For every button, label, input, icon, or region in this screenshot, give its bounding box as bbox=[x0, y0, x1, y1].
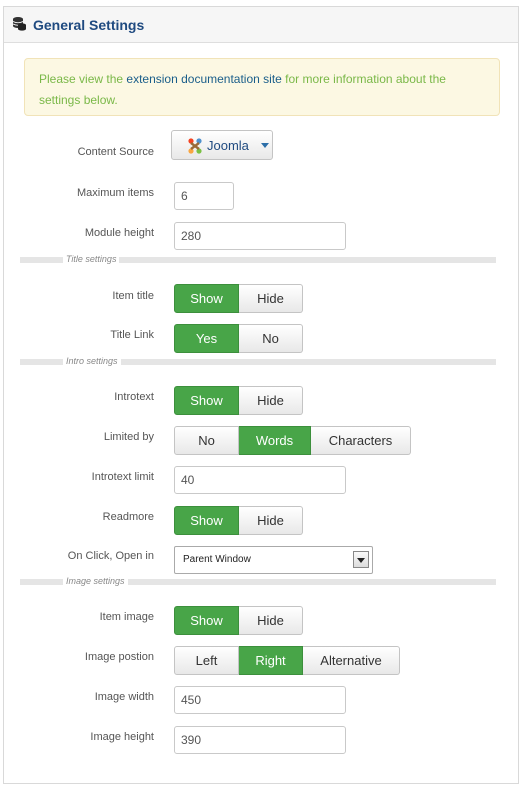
joomla-icon bbox=[188, 138, 202, 154]
chevron-down-icon bbox=[261, 143, 269, 148]
content-source-label: Content Source bbox=[77, 146, 154, 158]
limited-by-no-button[interactable]: No bbox=[174, 426, 239, 455]
introtext-limit-label: Introtext limit bbox=[91, 471, 154, 483]
readmore-show-button[interactable]: Show bbox=[174, 506, 239, 535]
maximum-items-label: Maximum items bbox=[76, 187, 154, 199]
module-height-input[interactable]: 280 bbox=[174, 222, 346, 250]
title-link-yes-button[interactable]: Yes bbox=[174, 324, 239, 353]
limited-by-words-button[interactable]: Words bbox=[239, 426, 311, 455]
content-source-value: Joomla bbox=[207, 138, 249, 153]
info-alert: Please view the extension documentation … bbox=[24, 58, 500, 116]
readmore-label: Readmore bbox=[102, 511, 154, 523]
image-position-alternative-button[interactable]: Alternative bbox=[303, 646, 400, 675]
image-width-input[interactable]: 450 bbox=[174, 686, 346, 714]
introtext-label: Introtext bbox=[114, 391, 154, 403]
image-width-label: Image width bbox=[94, 691, 154, 703]
item-image-toggle: Show Hide bbox=[174, 606, 303, 635]
item-image-show-button[interactable]: Show bbox=[174, 606, 239, 635]
content-source-dropdown[interactable]: Joomla bbox=[171, 130, 273, 160]
panel-title: General Settings bbox=[33, 17, 145, 33]
image-position-label: Image postion bbox=[84, 651, 154, 663]
image-position-right-button[interactable]: Right bbox=[239, 646, 303, 675]
introtext-show-button[interactable]: Show bbox=[174, 386, 239, 415]
image-position-left-button[interactable]: Left bbox=[174, 646, 239, 675]
item-title-toggle: Show Hide bbox=[174, 284, 303, 313]
title-settings-heading: Title settings bbox=[63, 252, 120, 266]
title-settings-divider: Title settings bbox=[20, 252, 496, 266]
info-prefix: Please view the bbox=[39, 72, 127, 86]
intro-settings-heading: Intro settings bbox=[63, 354, 121, 368]
open-in-select[interactable]: Parent Window bbox=[174, 546, 373, 574]
item-title-label: Item title bbox=[112, 290, 154, 302]
image-height-input[interactable]: 390 bbox=[174, 726, 346, 754]
image-settings-divider: Image settings bbox=[20, 574, 496, 588]
database-stack-icon bbox=[12, 17, 26, 31]
image-height-label: Image height bbox=[90, 731, 154, 743]
readmore-hide-button[interactable]: Hide bbox=[239, 506, 303, 535]
title-link-label: Title Link bbox=[110, 329, 154, 341]
open-in-value: Parent Window bbox=[183, 554, 251, 565]
item-image-hide-button[interactable]: Hide bbox=[239, 606, 303, 635]
limited-by-label: Limited by bbox=[103, 431, 154, 443]
panel-header: General Settings bbox=[4, 7, 518, 43]
readmore-toggle: Show Hide bbox=[174, 506, 303, 535]
item-title-hide-button[interactable]: Hide bbox=[239, 284, 303, 313]
intro-settings-divider: Intro settings bbox=[20, 354, 496, 368]
image-position-toggle: Left Right Alternative bbox=[174, 646, 400, 675]
item-title-show-button[interactable]: Show bbox=[174, 284, 239, 313]
image-settings-heading: Image settings bbox=[63, 574, 128, 588]
introtext-hide-button[interactable]: Hide bbox=[239, 386, 303, 415]
title-link-toggle: Yes No bbox=[174, 324, 303, 353]
title-link-no-button[interactable]: No bbox=[239, 324, 303, 353]
limited-by-toggle: No Words Characters bbox=[174, 426, 411, 455]
documentation-link[interactable]: extension documentation site bbox=[126, 72, 281, 86]
introtext-limit-input[interactable]: 40 bbox=[174, 466, 346, 494]
item-image-label: Item image bbox=[99, 611, 154, 623]
maximum-items-input[interactable]: 6 bbox=[174, 182, 234, 210]
on-click-label: On Click, Open in bbox=[67, 550, 154, 562]
introtext-toggle: Show Hide bbox=[174, 386, 303, 415]
select-arrow-icon[interactable] bbox=[353, 551, 369, 568]
module-height-label: Module height bbox=[84, 227, 154, 239]
limited-by-characters-button[interactable]: Characters bbox=[311, 426, 411, 455]
